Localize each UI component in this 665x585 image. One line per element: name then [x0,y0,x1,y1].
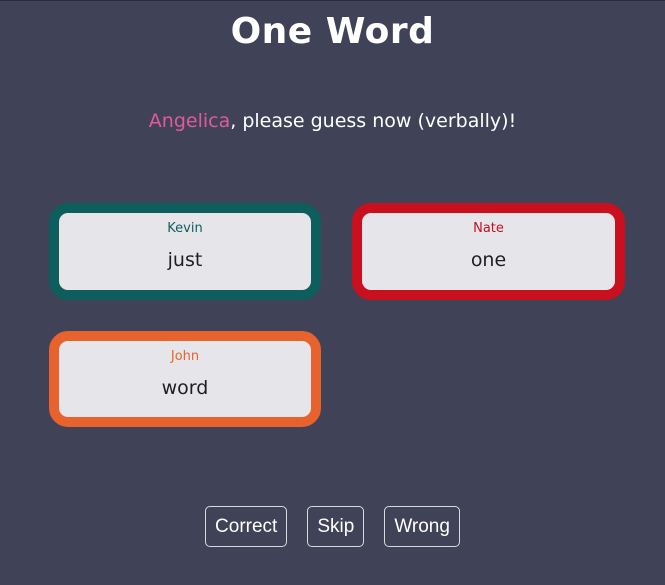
clue-card-player: Nate [473,221,504,236]
clue-card-john: John word [49,331,321,427]
clue-card-word: just [167,249,203,271]
wrong-button[interactable]: Wrong [384,506,460,547]
clue-card-word: one [470,249,507,271]
guess-prompt: Angelica, please guess now (verbally)! [0,110,665,132]
clue-card-kevin: Kevin just [49,203,321,300]
correct-button[interactable]: Correct [205,506,288,547]
prompt-message: , please guess now (verbally)! [230,110,517,132]
clue-card-player: Kevin [167,221,203,236]
action-buttons: Correct Skip Wrong [0,506,665,547]
game-title: One Word [230,11,435,52]
clue-card-player: John [170,349,200,364]
guesser-name: Angelica [148,110,231,132]
skip-button[interactable]: Skip [307,506,365,547]
clue-card-word: word [161,377,209,399]
clue-card-nate: Nate one [352,203,625,300]
